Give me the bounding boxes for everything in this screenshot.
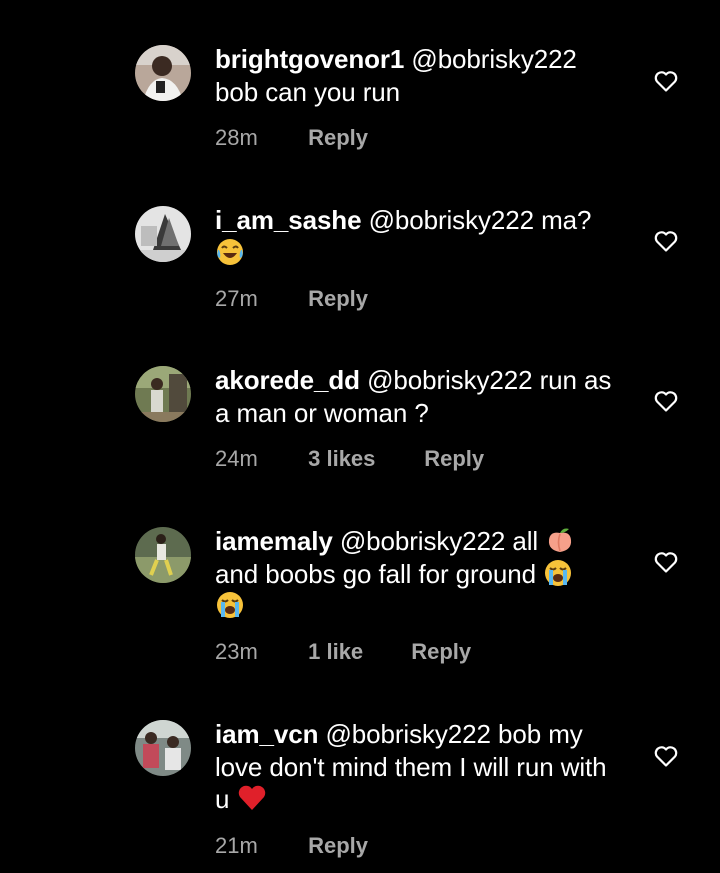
comment-time: 28m [215, 125, 258, 150]
comment-text: ma? [541, 205, 592, 235]
avatar[interactable] [135, 45, 191, 101]
avatar[interactable] [135, 527, 191, 583]
comment-mention[interactable]: @bobrisky222 [369, 205, 534, 235]
previous-comment-fragment [0, 0, 720, 6]
comment-meta: 28m Reply [215, 125, 368, 151]
comment-username[interactable]: brightgovenor1 [215, 44, 404, 74]
like-count[interactable]: 1 like [308, 639, 405, 665]
comment-mention[interactable]: @bobrisky222 [367, 365, 532, 395]
red-heart-emoji-icon [238, 785, 265, 810]
avatar-photo-person-icon [135, 45, 191, 101]
comment-meta: 24m 3 likes Reply [215, 446, 484, 472]
reply-button[interactable]: Reply [308, 286, 368, 311]
avatar[interactable] [135, 720, 191, 776]
comment-mention[interactable]: @bobrisky222 [326, 719, 491, 749]
like-heart-icon[interactable] [653, 550, 679, 574]
like-heart-icon[interactable] [653, 229, 679, 253]
comment-meta: 21m Reply [215, 833, 368, 859]
comment-time: 24m [215, 446, 258, 471]
comment-body: brightgovenor1 @bobrisky222 bob can you … [215, 43, 625, 108]
avatar-photo-outdoor-icon [135, 366, 191, 422]
comment-body: akorede_dd @bobrisky222 run as a man or … [215, 364, 625, 429]
reply-button[interactable]: Reply [411, 639, 471, 664]
crying-emoji-icon [545, 559, 572, 586]
comment-username[interactable]: iamemaly [215, 526, 333, 556]
avatar-photo-grayscale-icon [135, 206, 191, 262]
comment-body: iam_vcn @bobrisky222 bob my love don't m… [215, 718, 625, 816]
comment-mention[interactable]: @bobrisky222 [340, 526, 505, 556]
avatar[interactable] [135, 366, 191, 422]
comment-mention[interactable]: @bobrisky222 [411, 44, 576, 74]
comment-username[interactable]: akorede_dd [215, 365, 360, 395]
like-heart-icon[interactable] [653, 744, 679, 768]
avatar-photo-dancing-icon [135, 527, 191, 583]
reply-button[interactable]: Reply [424, 446, 484, 471]
reply-button[interactable]: Reply [308, 833, 368, 858]
comment-username[interactable]: iam_vcn [215, 719, 318, 749]
like-count[interactable]: 3 likes [308, 446, 418, 472]
comment-time: 27m [215, 286, 258, 311]
like-heart-icon[interactable] [653, 69, 679, 93]
avatar-photo-group-icon [135, 720, 191, 776]
comment-time: 21m [215, 833, 258, 858]
comment-username[interactable]: i_am_sashe [215, 205, 362, 235]
crying-emoji-icon [217, 592, 243, 618]
laughing-emoji-icon [217, 238, 243, 265]
like-heart-icon[interactable] [653, 389, 679, 413]
avatar[interactable] [135, 206, 191, 262]
comment-text: bob can you run [215, 76, 400, 107]
comment-time: 23m [215, 639, 258, 664]
comment-text: all [512, 526, 539, 556]
comment-text-line2: and boobs go fall for ground [215, 558, 536, 589]
reply-button[interactable]: Reply [308, 125, 368, 150]
comment-meta: 27m Reply [215, 286, 368, 312]
comment-meta: 23m 1 like Reply [215, 639, 471, 665]
peach-emoji-icon [549, 528, 572, 552]
comment-body: i_am_sashe @bobrisky222 ma? [215, 204, 625, 269]
comment-body: iamemaly @bobrisky222 all and boobs go f… [215, 525, 625, 623]
